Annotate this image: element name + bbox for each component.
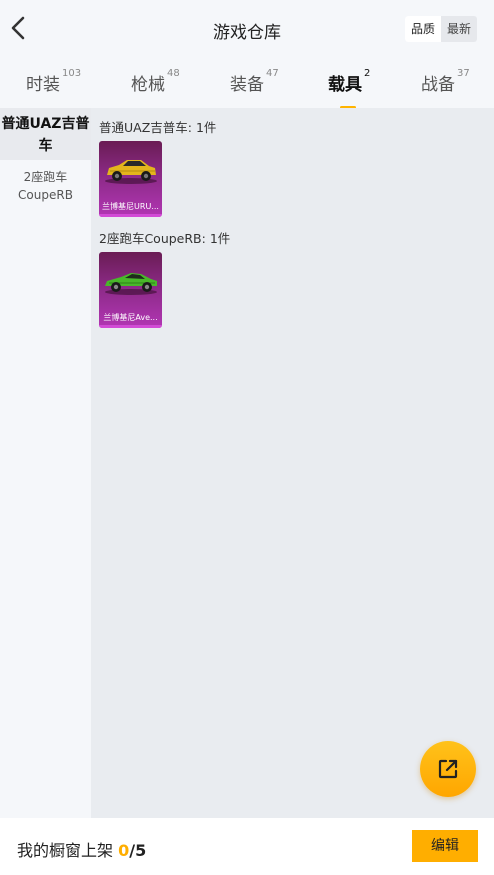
tab-count: 47 (266, 68, 279, 79)
share-fab-button[interactable] (420, 741, 476, 797)
tab-vehicles[interactable]: 载具2 (328, 68, 371, 109)
sidebar-item-uaz[interactable]: 普通UAZ吉普车 (0, 108, 91, 160)
tab-count: 103 (62, 68, 82, 79)
green-sports-car-icon (105, 273, 157, 295)
rarity-stripe (99, 214, 162, 217)
tab-label: 战备 (421, 75, 455, 95)
tab-label: 枪械 (131, 75, 165, 95)
sort-quality-button[interactable]: 品质 (405, 16, 441, 42)
external-share-icon (438, 759, 458, 779)
tab-fashion[interactable]: 时装103 (26, 68, 82, 100)
showcase-label: 我的橱窗上架 (17, 841, 114, 860)
header: 游戏仓库 品质 最新 (0, 0, 494, 58)
item-list: 普通UAZ吉普车: 1件 兰博基尼URU... 2座跑车CoupeRB: 1件 … (91, 108, 494, 818)
item-card[interactable]: 兰博基尼URU... (99, 141, 162, 217)
tab-label: 时装 (26, 75, 60, 95)
category-tabs: 时装103 枪械48 装备47 载具2 战备37 (0, 58, 494, 109)
tab-guns[interactable]: 枪械48 (131, 68, 180, 100)
sidebar-item-couperb[interactable]: 2座跑车 CoupeRB (0, 160, 91, 212)
sidebar-item-sublabel: CoupeRB (18, 188, 73, 202)
sidebar-item-label: 2座跑车 (23, 170, 68, 184)
group-title: 2座跑车CoupeRB: 1件 (99, 231, 231, 246)
bottom-bar: 我的橱窗上架 0/5 编辑 (0, 818, 494, 875)
item-name: 兰博基尼Ave... (103, 313, 158, 322)
tab-count: 48 (167, 68, 180, 79)
tab-label: 载具 (328, 75, 362, 95)
tab-label: 装备 (230, 75, 264, 95)
showcase-status: 我的橱窗上架 0/5 (17, 837, 146, 861)
tab-battle-gear[interactable]: 战备37 (421, 68, 470, 100)
tab-count: 2 (364, 68, 371, 79)
item-card[interactable]: 兰博基尼Ave... (99, 252, 162, 328)
yellow-suv-icon (105, 160, 157, 184)
group-title: 普通UAZ吉普车: 1件 (99, 120, 217, 135)
sort-newest-button[interactable]: 最新 (441, 16, 477, 42)
tab-equipment[interactable]: 装备47 (230, 68, 279, 100)
showcase-max-count: 5 (135, 841, 147, 860)
rarity-stripe (99, 325, 162, 328)
tab-count: 37 (457, 68, 470, 79)
item-name: 兰博基尼URU... (102, 202, 159, 211)
sort-toggle: 品质 最新 (405, 16, 477, 42)
sidebar: 普通UAZ吉普车 2座跑车 CoupeRB (0, 108, 91, 818)
showcase-current-count: 0 (118, 841, 130, 860)
edit-button[interactable]: 编辑 (412, 830, 478, 862)
